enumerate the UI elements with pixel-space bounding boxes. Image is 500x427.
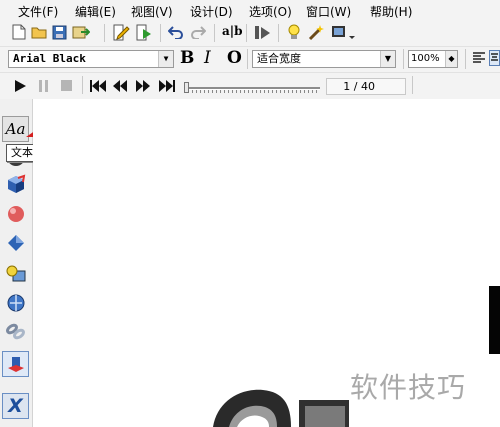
standard-toolbar: a|b: [0, 20, 500, 46]
last-frame-icon[interactable]: [159, 80, 175, 92]
diamond-icon[interactable]: [2, 230, 29, 256]
frame-counter: 1 / 40: [326, 78, 406, 95]
frame-counter-text: 1 / 40: [343, 80, 375, 93]
font-combo-value: Arial Black: [13, 52, 86, 65]
timeline-slider[interactable]: [184, 82, 320, 93]
chevron-down-icon[interactable]: ▼: [158, 51, 173, 67]
prev-frame-icon[interactable]: [113, 80, 127, 92]
watermark: 软件技巧: [350, 371, 467, 404]
open-icon[interactable]: [31, 25, 48, 39]
font-combo[interactable]: Arial Black ▼: [8, 50, 174, 68]
wand-icon[interactable]: [307, 24, 325, 41]
cube-icon[interactable]: [2, 171, 29, 197]
export-icon[interactable]: [72, 25, 90, 40]
pause-icon[interactable]: [39, 80, 49, 92]
chain-icon[interactable]: [2, 318, 29, 344]
redo-icon[interactable]: [190, 25, 206, 39]
align-left-icon[interactable]: [472, 51, 486, 65]
menu-view[interactable]: 视图(V): [131, 3, 173, 20]
sphere-icon[interactable]: [2, 201, 29, 227]
menu-bar: 文件(F) 编辑(E) 视图(V) 设计(D) 选项(O) 窗口(W) 帮助(H…: [0, 0, 500, 20]
next-frame-icon[interactable]: [136, 80, 150, 92]
first-frame-icon[interactable]: [90, 80, 106, 92]
play-edit-icon[interactable]: [135, 24, 153, 41]
menu-help[interactable]: 帮助(H): [370, 3, 412, 20]
italic-button[interactable]: I: [204, 48, 211, 68]
stop-icon[interactable]: [61, 80, 73, 92]
edit-icon[interactable]: [112, 24, 130, 41]
align-center-icon[interactable]: [489, 50, 500, 66]
fit-combo[interactable]: 适合宽度 ▼: [252, 50, 396, 68]
menu-window[interactable]: 窗口(W): [306, 3, 351, 20]
spell-icon[interactable]: a|b: [222, 24, 243, 38]
active-tool-icon[interactable]: [2, 351, 29, 377]
display-icon[interactable]: [331, 24, 357, 41]
zoom-value: 100%: [411, 53, 440, 64]
menu-design[interactable]: 设计(D): [190, 3, 233, 20]
fit-combo-value: 适合宽度: [257, 52, 301, 65]
ball-icon[interactable]: [2, 290, 29, 316]
spinner-icon[interactable]: ◆: [445, 51, 457, 67]
canvas-black-shape: [489, 286, 500, 354]
menu-options[interactable]: 选项(O): [249, 3, 292, 20]
play-icon[interactable]: [14, 80, 26, 92]
bold-button[interactable]: B: [180, 48, 194, 68]
shapes-icon[interactable]: [2, 260, 29, 286]
chevron-down-icon[interactable]: ▼: [380, 51, 395, 67]
render-icon[interactable]: [254, 24, 272, 41]
save-icon[interactable]: [52, 25, 67, 40]
undo-icon[interactable]: [168, 25, 184, 39]
canvas-3d-text-fragment: [213, 389, 349, 427]
new-icon[interactable]: [12, 24, 26, 40]
light-icon[interactable]: [287, 23, 301, 41]
timeline-thumb[interactable]: [184, 82, 189, 93]
menu-file[interactable]: 文件(F): [18, 3, 58, 20]
zoom-field[interactable]: 100% ◆: [408, 50, 458, 68]
timeline-ticks: [184, 90, 320, 93]
x-logo-icon[interactable]: X: [2, 393, 29, 419]
menu-edit[interactable]: 编辑(E): [75, 3, 116, 20]
outline-button[interactable]: O: [227, 48, 242, 68]
